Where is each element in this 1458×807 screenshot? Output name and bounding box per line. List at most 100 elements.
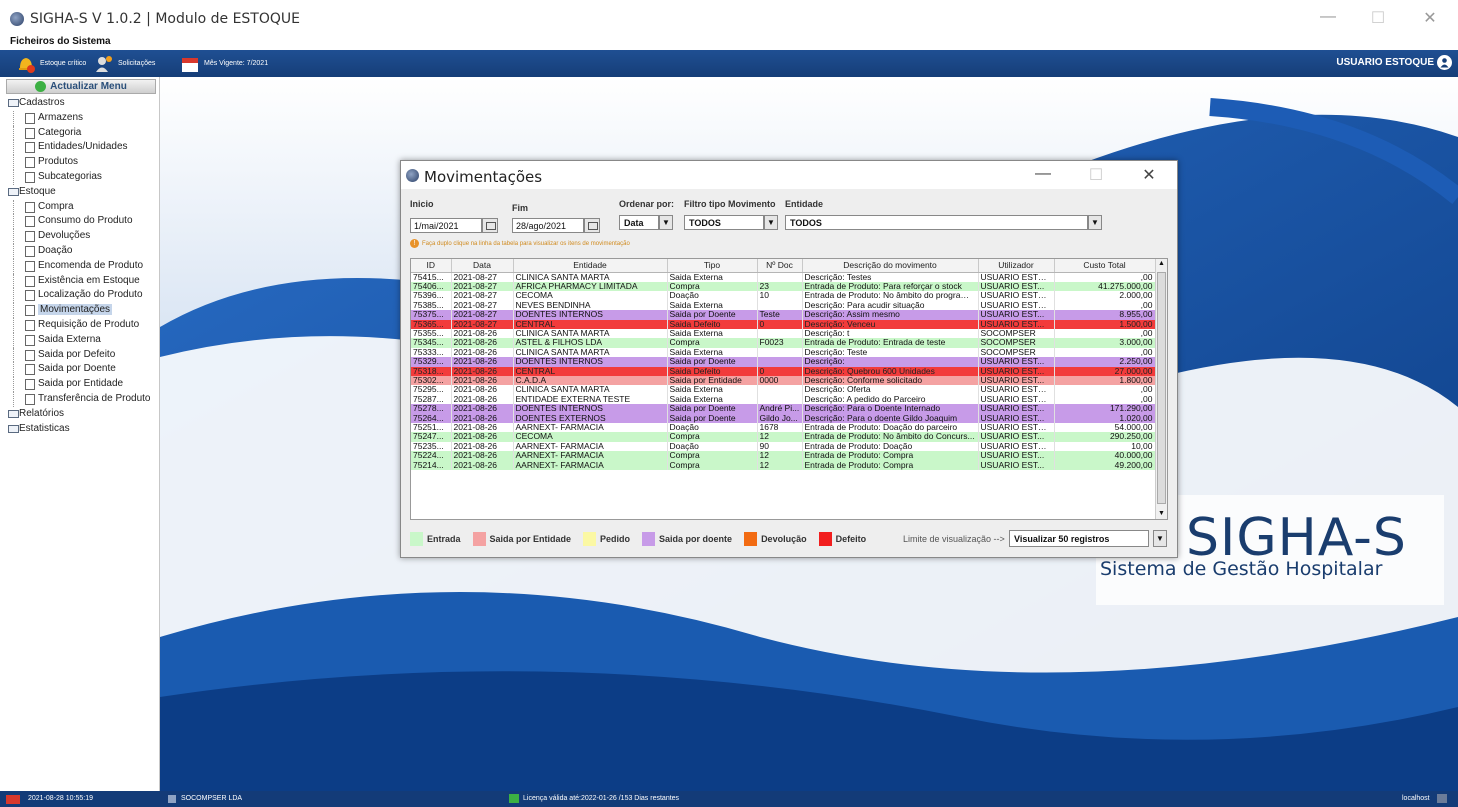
column-header[interactable]: Utilizador	[978, 259, 1055, 273]
tree-item[interactable]: Saida Externa	[0, 332, 160, 348]
column-header[interactable]: Entidade	[513, 259, 668, 273]
solicitacoes-button[interactable]: Solicitações	[94, 50, 155, 77]
table-cell: ,00	[1054, 347, 1156, 358]
user-avatar-icon[interactable]	[1437, 55, 1452, 70]
scroll-down-icon[interactable]: ▼	[1156, 509, 1167, 519]
inicio-date-field[interactable]: 1/mai/2021	[410, 218, 482, 233]
table-row[interactable]: 75333... 2021-08-26 CLINICA SANTA MARTA Sai…	[411, 347, 1156, 358]
tree-item-label: Produtos	[38, 156, 79, 168]
tree-item[interactable]: Armazens	[0, 110, 160, 126]
tree-item[interactable]: Doação	[0, 243, 160, 259]
table-row[interactable]: 75224... 2021-08-26 AARNEXT- FARMACIA Compr…	[411, 451, 1156, 461]
filtro-tipo-select[interactable]: TODOS	[684, 215, 764, 230]
table-row[interactable]: 75302... 2021-08-26 C.A.D.A Saida por Entid…	[411, 375, 1156, 386]
tree-item[interactable]: Encomenda de Produto	[0, 258, 160, 274]
hint: ! Faça duplo clique na linha da tabela pa…	[410, 239, 630, 248]
tree-item-label: Subcategorias	[38, 170, 102, 182]
mes-vigente-button[interactable]: Mês Vigente: 7/2021	[180, 50, 268, 77]
scrollbar-thumb[interactable]	[1157, 272, 1166, 504]
table-cell: Entrada de Produto: Doação	[802, 441, 979, 452]
tree-item[interactable]: Saida por Doente	[0, 362, 160, 378]
dialog-close-button[interactable]: ✕	[1139, 165, 1159, 185]
table-row[interactable]: 75295... 2021-08-26 CLINICA SANTA MARTA Sai…	[411, 385, 1156, 395]
tree-item[interactable]: Localização do Produto	[0, 288, 160, 304]
entidade-select[interactable]: TODOS	[785, 215, 1088, 230]
table-row[interactable]: 75375... 2021-08-27 DOENTES INTERNOS Saida …	[411, 310, 1156, 320]
refresh-menu-button[interactable]: Actualizar Menu	[6, 79, 156, 94]
table-cell: 10,00	[1054, 441, 1156, 452]
tree-item[interactable]: Entidades/Unidades	[0, 140, 160, 156]
table-row[interactable]: 75264... 2021-08-26 DOENTES EXTERNOS Saida …	[411, 413, 1156, 423]
table-cell: 2021-08-27	[451, 319, 514, 329]
filtro-tipo-chevron-down-icon[interactable]: ▼	[764, 215, 778, 230]
estoque-critico-button[interactable]: Estoque crítico	[16, 50, 86, 77]
fim-calendar-button[interactable]	[584, 218, 600, 233]
table-row[interactable]: 75329... 2021-08-26 DOENTES INTERNOS Saida …	[411, 357, 1156, 367]
table-row[interactable]: 75251... 2021-08-26 AARNEXT- FARMACIA Doaçã…	[411, 423, 1156, 433]
tree-item[interactable]: Movimentações	[0, 303, 160, 318]
entidade-chevron-down-icon[interactable]: ▼	[1088, 215, 1102, 230]
table-row[interactable]: 75287... 2021-08-26 ENTIDADE EXTERNA TESTE…	[411, 394, 1156, 405]
tree-item-label: Saida por Defeito	[38, 348, 116, 360]
table-row[interactable]: 75406... 2021-08-27 AFRICA PHARMACY LIMITA…	[411, 281, 1156, 292]
dialog-maximize-button[interactable]: ☐	[1086, 165, 1106, 185]
tree-item[interactable]: Requisição de Produto	[0, 317, 160, 333]
table-cell: 2021-08-26	[451, 432, 514, 442]
tree-item[interactable]: Transferência de Produto	[0, 391, 160, 407]
table-row[interactable]: 75214... 2021-08-26 AARNEXT- FARMACIA Compr…	[411, 460, 1156, 471]
minimize-button[interactable]: —	[1318, 8, 1338, 26]
folder-icon	[8, 424, 19, 433]
tree-group-cadastros[interactable]: Cadastros	[0, 96, 160, 111]
column-header[interactable]: Tipo	[667, 259, 758, 273]
current-user[interactable]: USUARIO ESTOQUE	[1336, 57, 1434, 68]
limit-select[interactable]: Visualizar 50 registros	[1009, 530, 1149, 547]
table-row[interactable]: 75415... 2021-08-27 CLINICA SANTA MARTA Sai…	[411, 272, 1156, 282]
tree-item[interactable]: Saida por Defeito	[0, 347, 160, 363]
fim-date-field[interactable]: 28/ago/2021	[512, 218, 584, 233]
ordenar-chevron-down-icon[interactable]: ▼	[659, 215, 673, 230]
table-row[interactable]: 75318... 2021-08-26 CENTRAL Saida Defeito 0 D…	[411, 366, 1156, 376]
table-cell: USUARIO ESTO...	[978, 394, 1055, 405]
table-cell: USUARIO ESTO...	[978, 441, 1055, 452]
tree-item[interactable]: Existência em Estoque	[0, 273, 160, 289]
legend-item: Entrada	[410, 532, 461, 546]
tree-group-estatisticas[interactable]: Estatisticas	[0, 422, 160, 437]
inicio-calendar-button[interactable]	[482, 218, 498, 233]
column-header[interactable]: ID	[411, 259, 452, 273]
table-row[interactable]: 75278... 2021-08-26 DOENTES INTERNOS Saida …	[411, 404, 1156, 414]
menu-ficheiros[interactable]: Ficheiros do Sistema	[10, 36, 111, 47]
tree-group-estoque[interactable]: Estoque	[0, 185, 160, 200]
title-bar: SIGHA-S V 1.0.2 | Modulo de ESTOQUE — ☐ …	[0, 0, 1458, 36]
tree-item[interactable]: Saida por Entidade	[0, 377, 160, 392]
column-header[interactable]: Nº Doc	[757, 259, 803, 273]
table-row[interactable]: 75247... 2021-08-26 CECOMA Compra 12 Entrada …	[411, 432, 1156, 442]
column-header[interactable]: Custo Total	[1054, 259, 1156, 273]
close-button[interactable]: ✕	[1420, 8, 1440, 28]
table-cell: Compra	[667, 281, 758, 292]
maximize-button[interactable]: ☐	[1368, 8, 1388, 28]
tree-item[interactable]: Devoluções	[0, 229, 160, 244]
ordenar-select[interactable]: Data	[619, 215, 659, 230]
tree-item[interactable]: Compra	[0, 199, 160, 215]
column-header[interactable]: Data	[451, 259, 514, 273]
table-vertical-scrollbar[interactable]: ▲ ▼	[1155, 259, 1167, 519]
table-row[interactable]: 75235... 2021-08-26 AARNEXT- FARMACIA Doaçã…	[411, 441, 1156, 452]
movimentos-table[interactable]: ID Data Entidade Tipo Nº Doc Descrição do mov…	[410, 258, 1168, 520]
tree-item[interactable]: Consumo do Produto	[0, 214, 160, 230]
column-header[interactable]: Descrição do movimento	[802, 259, 979, 273]
table-cell: ASTEL & FILHOS LDA	[513, 338, 668, 348]
table-row[interactable]: 75345... 2021-08-26 ASTEL & FILHOS LDA Comp…	[411, 338, 1156, 348]
solicitacoes-label: Solicitações	[118, 60, 156, 67]
limit-chevron-down-icon[interactable]: ▼	[1153, 530, 1167, 547]
table-row[interactable]: 75396... 2021-08-27 CECOMA Doação 10 Entrada …	[411, 291, 1156, 301]
table-row[interactable]: 75385... 2021-08-27 NEVES BENDINHA Saida Ex…	[411, 300, 1156, 311]
tree-group-relatórios[interactable]: Relatórios	[0, 407, 160, 422]
table-row[interactable]: 75365... 2021-08-27 CENTRAL Saida Defeito 0 D…	[411, 319, 1156, 329]
tree-item[interactable]: Subcategorias	[0, 169, 160, 185]
tree-item[interactable]: Produtos	[0, 155, 160, 170]
scroll-up-icon[interactable]: ▲	[1156, 259, 1167, 269]
table-header-row: ID Data Entidade Tipo Nº Doc Descrição do mov…	[411, 259, 1156, 273]
dialog-minimize-button[interactable]: —	[1033, 165, 1053, 183]
table-row[interactable]: 75355... 2021-08-26 CLINICA SANTA MARTA Sai…	[411, 328, 1156, 339]
tree-item[interactable]: Categoria	[0, 125, 160, 141]
